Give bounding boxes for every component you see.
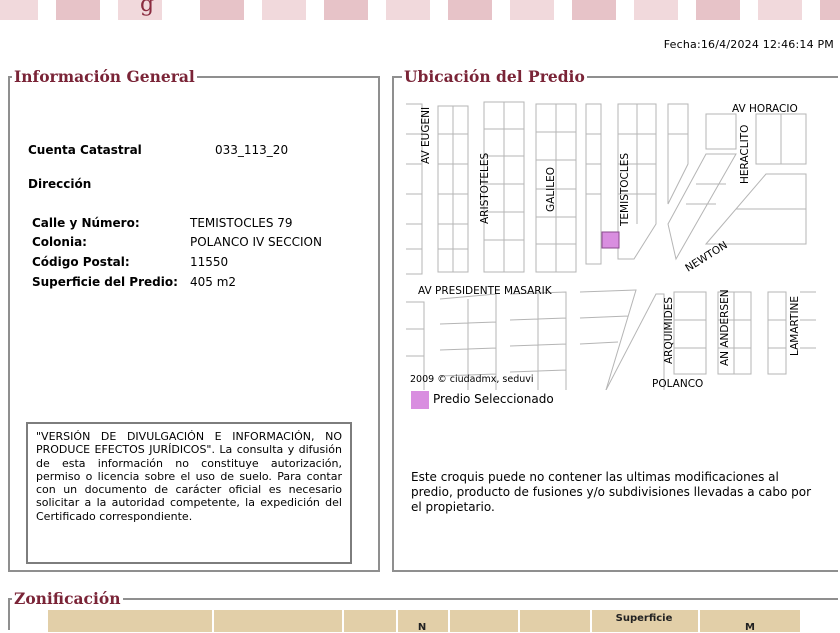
selected-predio-marker[interactable]	[601, 231, 620, 249]
map-copyright: 2009 © ciudadmx, seduvi	[410, 374, 534, 385]
banner-tile	[324, 0, 368, 20]
map-svg: AV EUGENI ARISTOTELES GALILEO TEMISTOCLE…	[406, 101, 816, 390]
info-general-title: Información General	[12, 67, 197, 86]
calle-label: Calle y Número:	[32, 216, 140, 230]
banner-tile	[820, 0, 840, 20]
cuenta-catastral-label: Cuenta Catastral	[28, 143, 142, 157]
superficie-label: Superficie del Predio:	[32, 275, 178, 289]
ubicacion-title: Ubicación del Predio	[402, 67, 587, 86]
direccion-label: Dirección	[28, 177, 92, 191]
codigo-postal-label: Código Postal:	[32, 255, 130, 269]
panel-border-left	[8, 76, 10, 572]
disclaimer-text: "VERSIÓN DE DIVULGACIÓN E INFORMACIÓN, N…	[26, 422, 352, 564]
colonia-value: POLANCO IV SECCION	[190, 235, 322, 249]
street-label-galileo: GALILEO	[545, 167, 557, 212]
banner-tile	[572, 0, 616, 20]
legend-predio-label: Predio Seleccionado	[433, 392, 554, 406]
colonia-label: Colonia:	[32, 235, 87, 249]
zonificacion-title: Zonificación	[12, 589, 123, 608]
panel-border-bottom	[392, 570, 838, 572]
table-header-superficie: Superficie	[615, 613, 673, 624]
banner-tile	[56, 0, 100, 20]
panel-border-left	[8, 598, 10, 630]
location-map[interactable]: AV EUGENI ARISTOTELES GALILEO TEMISTOCLE…	[406, 94, 816, 390]
banner-tile	[200, 0, 244, 20]
table-col-divider	[518, 610, 520, 632]
panel-border-top	[8, 598, 838, 600]
table-col-divider	[342, 610, 344, 632]
area-label-polanco: POLANCO	[652, 378, 703, 390]
fecha-timestamp: Fecha:16/4/2024 12:46:14 PM	[663, 38, 834, 51]
panel-border-left	[392, 76, 394, 572]
table-header-n: N	[417, 622, 427, 633]
street-label-heraclito: HERACLITO	[739, 125, 751, 184]
banner-tile	[510, 0, 554, 20]
street-label-aristoteles: ARISTOTELES	[479, 153, 491, 224]
banner-tile	[696, 0, 740, 20]
banner-tile	[0, 0, 38, 20]
street-label-temistocles: TEMISTOCLES	[619, 153, 631, 227]
logo-icon: g	[140, 0, 155, 17]
codigo-postal-value: 11550	[190, 255, 229, 269]
street-label-lamartine: LAMARTINE	[789, 296, 801, 356]
street-label-arquimides: ARQUIMIDES	[663, 297, 675, 364]
table-header-m: M	[745, 622, 755, 633]
street-label-andersen: AN ANDERSEN	[719, 289, 731, 366]
cuenta-catastral-value: 033_113_20	[215, 143, 289, 157]
banner-tile	[386, 0, 430, 20]
panel-border-right	[378, 76, 380, 572]
header-banner: g	[0, 0, 840, 22]
banner-tile	[634, 0, 678, 20]
table-col-divider	[448, 610, 450, 632]
calle-value: TEMISTOCLES 79	[190, 216, 293, 230]
map-note: Este croquis puede no contener las ultim…	[411, 470, 812, 514]
street-label-masarik: AV PRESIDENTE MASARIK	[418, 285, 553, 297]
panel-border-bottom	[8, 570, 380, 572]
table-col-divider	[212, 610, 214, 632]
legend-swatch-icon	[411, 391, 429, 409]
street-label-av-eugenio: AV EUGENI	[420, 107, 432, 164]
street-label-av-horacio: AV HORACIO	[732, 103, 798, 115]
superficie-value: 405 m2	[190, 275, 237, 289]
banner-tile	[448, 0, 492, 20]
banner-tile	[758, 0, 802, 20]
street-label-newton: NEWTON	[683, 239, 730, 274]
banner-tile	[262, 0, 306, 20]
